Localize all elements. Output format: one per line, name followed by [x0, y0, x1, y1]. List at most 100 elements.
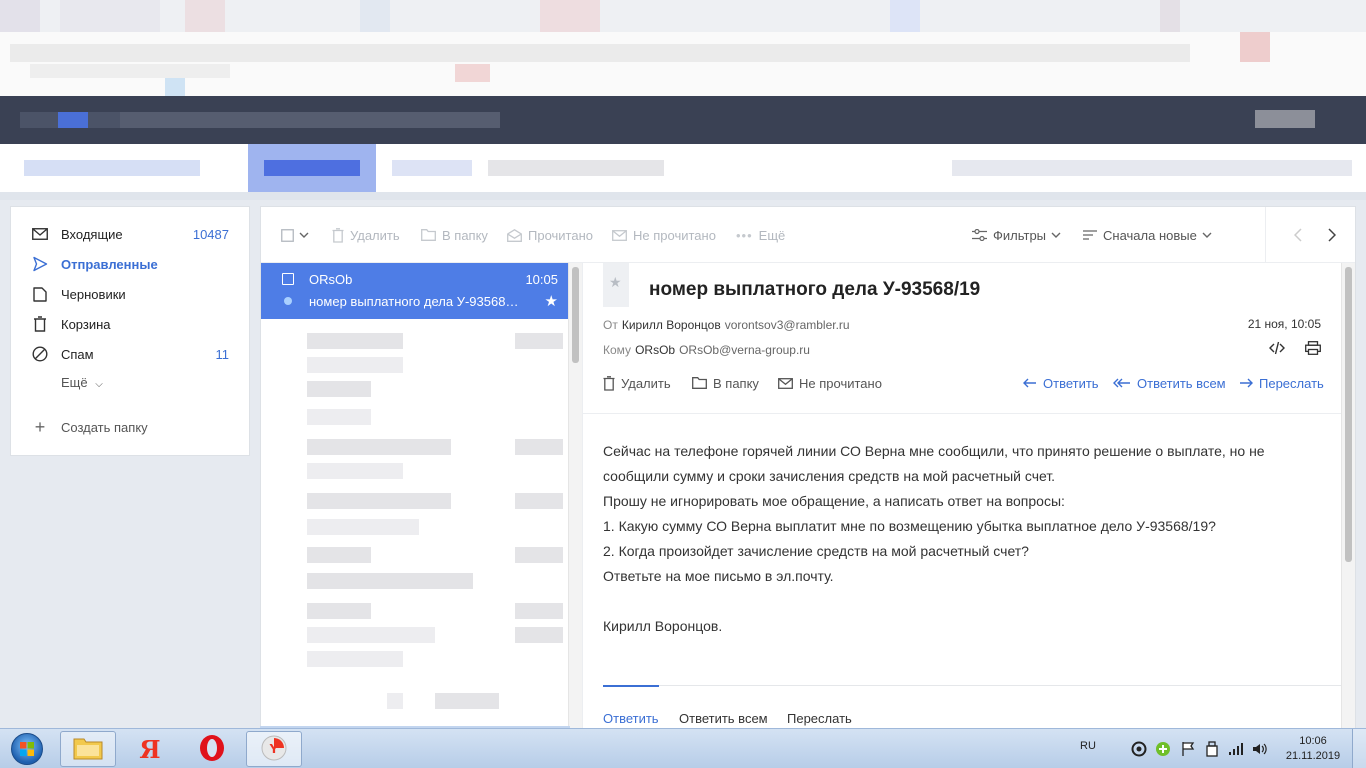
message-time: 10:05	[525, 272, 558, 287]
blur-block	[540, 0, 600, 32]
folder-count: 11	[215, 346, 230, 362]
create-folder-button[interactable]: + Создать папку	[31, 417, 148, 437]
folder-label: Спам	[61, 346, 94, 362]
star-icon[interactable]: ★	[545, 292, 558, 310]
signal-strength-icon[interactable]	[1228, 741, 1244, 757]
start-button[interactable]	[2, 730, 52, 768]
blur-block	[24, 160, 200, 176]
message-to-folder-button[interactable]: В папку	[692, 373, 759, 393]
draft-icon	[31, 285, 49, 303]
message-delete-label: Удалить	[621, 375, 671, 391]
envelope-icon	[31, 225, 49, 243]
reply-all-button[interactable]: Ответить всем	[1113, 373, 1226, 393]
to-name[interactable]: ORsOb	[635, 343, 675, 357]
bookmark-flag[interactable]: ★	[603, 263, 629, 307]
next-message-button[interactable]	[1322, 225, 1342, 245]
folder-label: Черновики	[61, 286, 126, 302]
taskbar-yandex-browser[interactable]: Y	[246, 731, 302, 767]
show-desktop-button[interactable]	[1352, 729, 1366, 768]
message-sender: ORsOb	[309, 272, 353, 287]
toolbar-unread-button[interactable]: Не прочитано	[612, 226, 716, 244]
message-to-folder-label: В папку	[713, 375, 759, 391]
quick-forward-button[interactable]: Переслать	[787, 711, 852, 726]
folder-spam[interactable]: Спам 11	[11, 339, 249, 369]
quick-reply-button[interactable]: Ответить	[603, 711, 659, 726]
windows-logo-icon	[11, 733, 43, 765]
reply-bar-divider	[659, 685, 1343, 686]
taskbar-opera[interactable]	[184, 731, 240, 767]
folder-trash[interactable]: Корзина	[11, 309, 249, 339]
message-body: Сейчас на телефоне горячей линии СО Верн…	[603, 439, 1323, 639]
folders-more-button[interactable]: Ещё ⌵	[61, 375, 103, 390]
toolbar-to-folder-label: В папку	[442, 227, 488, 243]
language-indicator[interactable]: RU	[1080, 740, 1096, 752]
blurred-list-text	[435, 693, 499, 709]
sort-button[interactable]: Сначала новые	[1083, 226, 1212, 244]
print-icon[interactable]	[1305, 341, 1321, 358]
blurred-list-text	[307, 493, 451, 509]
from-email[interactable]: vorontsov3@rambler.ru	[725, 318, 850, 332]
reply-button[interactable]: Ответить	[1023, 373, 1099, 393]
folder-inbox[interactable]: Входящие 10487	[11, 219, 249, 249]
taskbar-explorer[interactable]	[60, 731, 116, 767]
trash-icon	[603, 375, 615, 391]
network-icon[interactable]	[1131, 741, 1147, 757]
blur-block	[455, 64, 490, 82]
toolbar-to-folder-button[interactable]: В папку	[421, 226, 488, 244]
toolbar-unread-label: Не прочитано	[633, 227, 716, 243]
quick-reply-all-button[interactable]: Ответить всем	[679, 711, 768, 726]
message-delete-button[interactable]: Удалить	[603, 373, 671, 393]
security-icon[interactable]	[1155, 741, 1171, 757]
clock-date: 21.11.2019	[1285, 750, 1341, 762]
volume-icon[interactable]	[1252, 741, 1268, 757]
more-label: Ещё	[61, 375, 88, 390]
toolbar-read-button[interactable]: Прочитано	[507, 226, 593, 244]
usb-device-icon[interactable]	[1204, 741, 1220, 757]
body-paragraph: 2. Когда произойдет зачисление средств н…	[603, 543, 1029, 559]
blurred-list-text	[307, 381, 371, 397]
checkbox-icon	[281, 228, 294, 242]
to-email[interactable]: ORsOb@verna-group.ru	[679, 343, 810, 357]
blurred-list-text	[307, 573, 473, 589]
message-signature: Кирилл Воронцов.	[603, 618, 723, 634]
system-clock[interactable]: 10:06 21.11.2019	[1282, 734, 1344, 764]
chevron-left-icon	[1294, 228, 1302, 242]
blurred-list-text	[307, 627, 435, 643]
forward-button[interactable]: Переслать	[1239, 373, 1324, 393]
message-checkbox[interactable]	[282, 273, 294, 285]
toolbar-more-label: Ещё	[758, 227, 786, 243]
blurred-list-text	[307, 603, 371, 619]
message-list-item-selected[interactable]: ORsOb 10:05 номер выплатного дела У-9356…	[261, 263, 568, 319]
list-scrollbar[interactable]	[568, 263, 582, 733]
to-label: Кому	[603, 343, 632, 357]
prev-message-button[interactable]	[1288, 225, 1308, 245]
folder-label: Входящие	[61, 226, 123, 242]
unread-dot-icon[interactable]	[284, 297, 292, 305]
filters-button[interactable]: Фильтры	[972, 226, 1061, 244]
blur-block	[392, 160, 472, 176]
from-name[interactable]: Кирилл Воронцов	[622, 318, 721, 332]
toolbar-delete-button[interactable]: Удалить	[332, 226, 400, 244]
code-icon[interactable]	[1269, 341, 1285, 358]
message-unread-button[interactable]: Не прочитано	[778, 373, 882, 393]
folder-drafts[interactable]: Черновики	[11, 279, 249, 309]
blur-block	[952, 160, 1352, 176]
message-list: ORsOb 10:05 номер выплатного дела У-9356…	[261, 263, 568, 733]
clock-time: 10:06	[1299, 735, 1327, 747]
send-icon	[31, 255, 49, 273]
blurred-list-text	[515, 603, 563, 619]
select-all-checkbox[interactable]	[281, 226, 309, 244]
taskbar-yandex[interactable]: Я	[122, 731, 178, 767]
chevron-down-icon	[1051, 232, 1061, 238]
toolbar-more-button[interactable]: ••• Ещё	[736, 226, 785, 244]
star-icon: ★	[609, 274, 622, 290]
blur-block	[1240, 32, 1270, 62]
scrollbar-thumb[interactable]	[572, 267, 579, 363]
scrollbar-thumb[interactable]	[1345, 267, 1352, 562]
folder-sent[interactable]: Отправленные	[11, 249, 249, 279]
blur-block	[120, 112, 500, 128]
blurred-list-text	[515, 627, 563, 643]
blurred-list-text	[387, 693, 403, 709]
flag-icon[interactable]	[1180, 741, 1196, 757]
reader-scrollbar[interactable]	[1341, 263, 1355, 733]
